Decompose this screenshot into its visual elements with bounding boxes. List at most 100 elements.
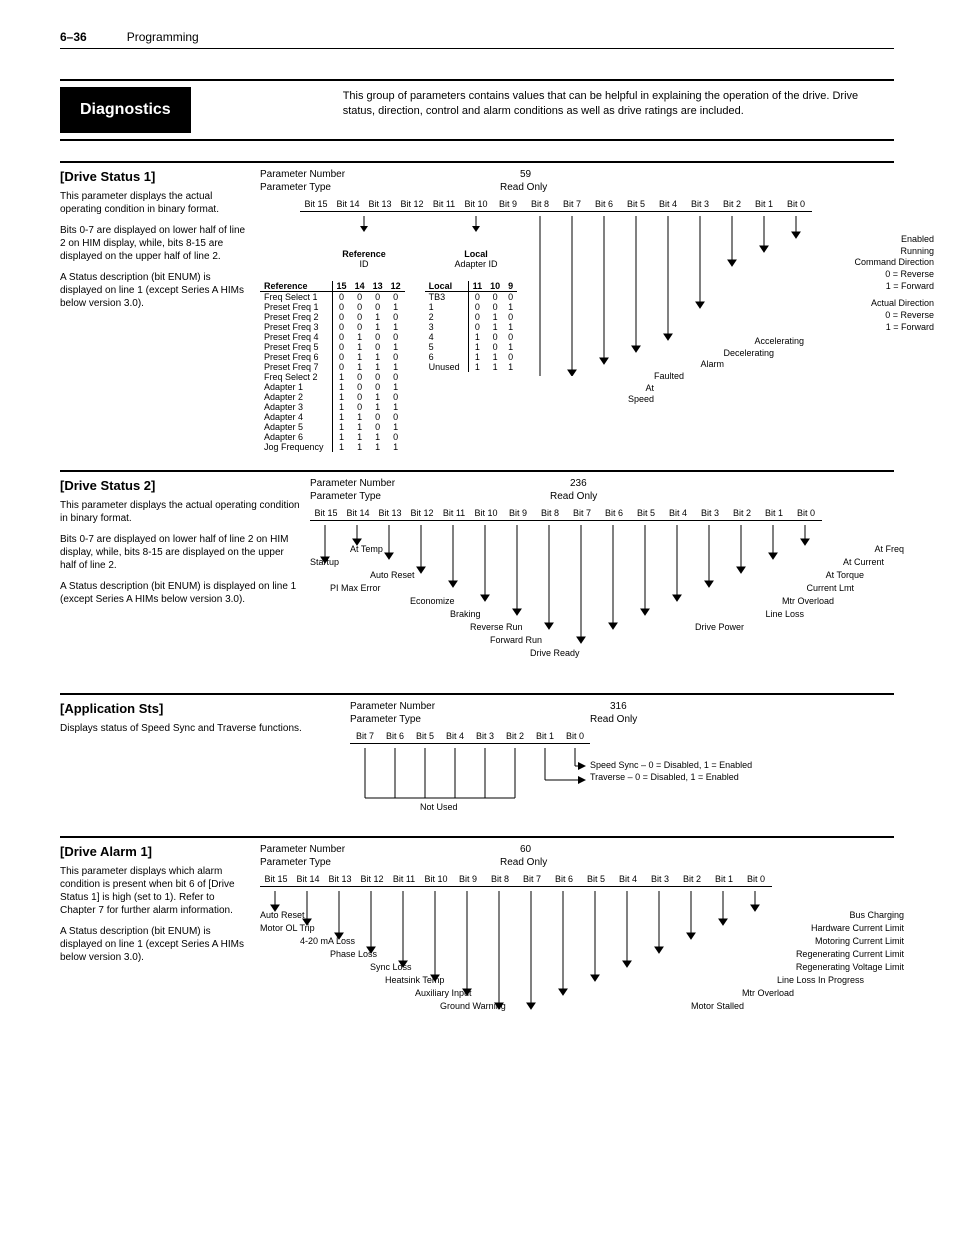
table-row: Preset Freq 20010: [260, 312, 405, 322]
lbl-rev0: 0 = Reverse: [774, 269, 934, 281]
bit-label: Bit 9: [502, 508, 534, 521]
lbl-cmddir: Command Direction: [774, 257, 934, 269]
bit-label: Bit 7: [556, 199, 588, 212]
bit-label: Bit 2: [726, 508, 758, 521]
table-row: Preset Freq 50101: [260, 342, 405, 352]
bit-label: Bit 14: [342, 508, 374, 521]
lbl-da-llip: Line Loss In Progress: [664, 974, 904, 987]
bit-label: Bit 1: [708, 874, 740, 887]
table-row: TB3000: [425, 292, 518, 303]
lbl-da-auxin: Auxiliary Input: [415, 987, 506, 1000]
bit-label: Bit 13: [374, 508, 406, 521]
ds2-pt-label: Parameter Type: [310, 491, 430, 502]
da1-title: [Drive Alarm 1]: [60, 844, 250, 859]
diagnostics-banner: Diagnostics This group of parameters con…: [60, 79, 894, 141]
bit-label: Bit 8: [524, 199, 556, 212]
table-row: Preset Freq 30011: [260, 322, 405, 332]
ds1-desc1: This parameter displays the actual opera…: [60, 190, 250, 216]
bit-label: Bit 9: [492, 199, 524, 212]
bit-label: Bit 9: [452, 874, 484, 887]
lbl-da-autoreset: Auto Reset: [260, 909, 506, 922]
lbl-da-busch: Bus Charging: [664, 909, 904, 922]
bit-label: Bit 4: [662, 508, 694, 521]
bit-label: Bit 7: [566, 508, 598, 521]
bit-label: Bit 2: [716, 199, 748, 212]
bit-label: Bit 4: [612, 874, 644, 887]
bit-label: Bit 1: [530, 731, 560, 744]
table-row: Adapter 11001: [260, 382, 405, 392]
app-pt-label: Parameter Type: [350, 714, 470, 725]
bit-label: Bit 12: [396, 199, 428, 212]
app-bit-header: Bit 7Bit 6Bit 5Bit 4Bit 3Bit 2Bit 1Bit 0: [350, 731, 894, 744]
drive-status-2: [Drive Status 2] This parameter displays…: [60, 470, 894, 675]
ds2-desc2: Bits 0-7 are displayed on lower half of …: [60, 533, 300, 572]
bit-label: Bit 2: [676, 874, 708, 887]
bit-label: Bit 12: [406, 508, 438, 521]
loc-sub: Adapter ID: [454, 259, 497, 269]
bit-label: Bit 3: [644, 874, 676, 887]
ds1-desc2: Bits 0-7 are displayed on lower half of …: [60, 224, 250, 263]
ds1-pn: 59: [520, 169, 531, 180]
bit-label: Bit 5: [630, 508, 662, 521]
ref-sub: ID: [360, 259, 369, 269]
lbl-attq: At Torque: [684, 569, 904, 582]
bit-label: Bit 6: [548, 874, 580, 887]
da1-pn-label: Parameter Number: [260, 844, 380, 855]
da1-desc1: This parameter displays which alarm cond…: [60, 865, 250, 917]
bit-label: Bit 11: [428, 199, 460, 212]
bit-label: Bit 1: [748, 199, 780, 212]
bit-label: Bit 13: [324, 874, 356, 887]
page-title: Programming: [127, 30, 199, 44]
diagnostics-desc: This group of parameters contains values…: [331, 81, 894, 139]
lbl-drvpower: Drive Power: [684, 621, 904, 634]
bit-label: Bit 8: [534, 508, 566, 521]
lbl-curlmt: Current Lmt: [684, 582, 904, 595]
lbl-revrun: Reverse Run: [470, 621, 580, 634]
lbl-accel: Accelerating: [624, 336, 804, 348]
app-title: [Application Sts]: [60, 701, 340, 716]
table-row: 4100: [425, 332, 518, 342]
table-row: 2010: [425, 312, 518, 322]
ds2-bit-header: Bit 15Bit 14Bit 13Bit 12Bit 11Bit 10Bit …: [310, 508, 894, 521]
lbl-fwd1b: 1 = Forward: [774, 322, 934, 334]
bit-label: Bit 15: [310, 508, 342, 521]
table-row: Freq Select 21000: [260, 372, 405, 382]
drive-alarm-1: [Drive Alarm 1] This parameter displays …: [60, 836, 894, 1051]
ds1-desc3: A Status description (bit ENUM) is displ…: [60, 271, 250, 310]
bit-label: Bit 5: [620, 199, 652, 212]
ds2-desc3: A Status description (bit ENUM) is displ…: [60, 580, 300, 606]
lbl-da-regvl: Regenerating Voltage Limit: [664, 961, 904, 974]
lbl-running: Running: [774, 246, 934, 258]
bit-label: Bit 6: [380, 731, 410, 744]
bit-label: Bit 12: [356, 874, 388, 887]
table-row: Freq Select 10000: [260, 292, 405, 303]
lbl-atcur: At Current: [684, 556, 904, 569]
bit-label: Bit 10: [460, 199, 492, 212]
ds1-pt-label: Parameter Type: [260, 182, 380, 193]
lbl-speedsync: Speed Sync – 0 = Disabled, 1 = Enabled: [590, 760, 752, 772]
lbl-lineloss: Line Loss: [684, 608, 904, 621]
bit-label: Bit 6: [598, 508, 630, 521]
lbl-atfreq: At Freq: [684, 543, 904, 556]
diagnostics-label: Diagnostics: [60, 87, 191, 133]
bit-label: Bit 15: [260, 874, 292, 887]
bit-label: Bit 0: [790, 508, 822, 521]
lbl-attemp: At Temp: [350, 543, 580, 556]
lbl-fwdrun: Forward Run: [490, 634, 580, 647]
bit-label: Bit 14: [332, 199, 364, 212]
lbl-da-gndw: Ground Warning: [440, 1000, 506, 1013]
lbl-da-regcl: Regenerating Current Limit: [664, 948, 904, 961]
bit-label: Bit 10: [470, 508, 502, 521]
local-table: Local11109TB3000100120103011410051016110…: [425, 281, 518, 372]
bit-label: Bit 2: [500, 731, 530, 744]
bit-label: Bit 11: [388, 874, 420, 887]
table-row: Jog Frequency1111: [260, 442, 405, 452]
table-row: Preset Freq 60110: [260, 352, 405, 362]
da1-bit-header: Bit 15Bit 14Bit 13Bit 12Bit 11Bit 10Bit …: [260, 874, 894, 887]
lbl-alarm: Alarm: [624, 359, 804, 371]
lbl-decel: Decelerating: [624, 348, 804, 360]
app-pt: Read Only: [590, 714, 637, 725]
ds2-title: [Drive Status 2]: [60, 478, 300, 493]
lbl-braking: Braking: [450, 608, 580, 621]
lbl-fwd1: 1 = Forward: [774, 281, 934, 293]
